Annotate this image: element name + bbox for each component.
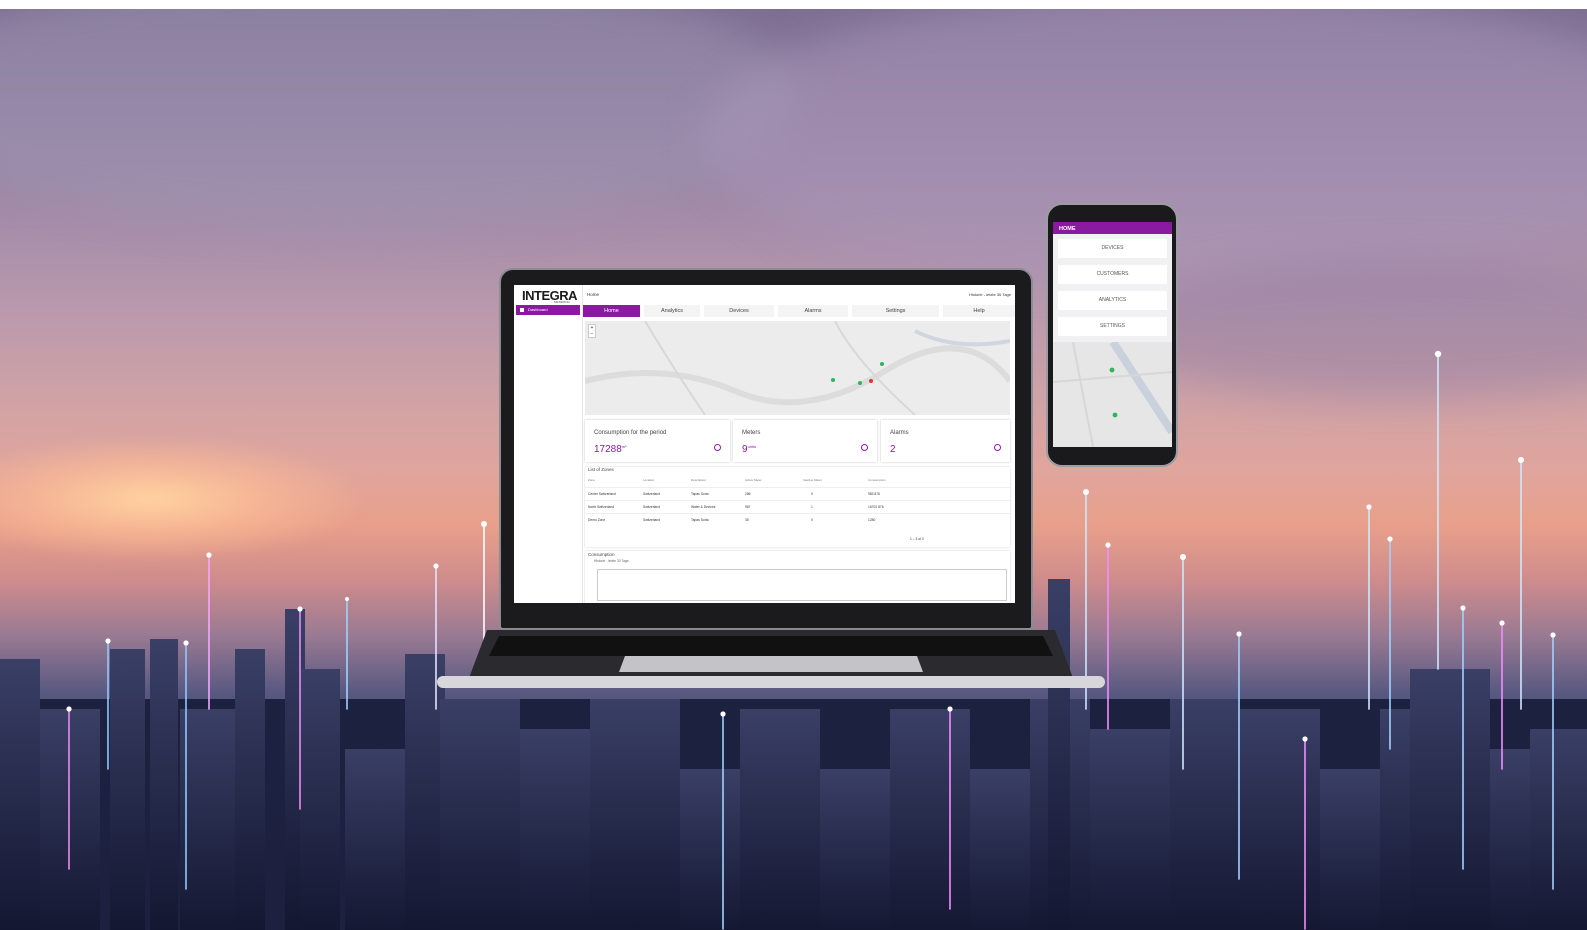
water-drop-icon <box>714 444 721 451</box>
mobile-map-graphic <box>1053 342 1172 447</box>
consumption-chart-area <box>597 569 1007 601</box>
tab-analytics[interactable]: Analytics <box>644 305 700 317</box>
pagination-range: 1 – 3 of 3 <box>910 537 924 541</box>
meters-card: Meters 9units <box>733 420 877 462</box>
table-row[interactable]: Center Switzerland Switzerland Tapas Sonic… <box>585 487 1010 501</box>
card-value: 2 <box>890 444 896 455</box>
consumption-chart-panel: Consumption Historie - letzte 30 Tage <box>585 551 1010 603</box>
mobile-menu-devices[interactable]: DEVICES <box>1058 239 1167 258</box>
mobile-header: HOME <box>1053 222 1172 234</box>
tab-home[interactable]: Home <box>583 305 640 317</box>
column-header[interactable]: Location <box>643 478 654 482</box>
map-marker-ok[interactable] <box>880 362 884 366</box>
mobile-app-screen: HOME DEVICES CUSTOMERS ANALYTICS SETTING… <box>1053 222 1172 447</box>
map-marker-alarm[interactable] <box>869 379 873 383</box>
gauge-icon <box>861 444 868 451</box>
column-header[interactable]: Consumption <box>868 478 886 482</box>
tab-help[interactable]: Help <box>943 305 1015 317</box>
card-title: Alarms <box>890 430 909 436</box>
card-value: 17288m³ <box>594 444 627 455</box>
zones-title: List of Zones <box>588 467 614 472</box>
map-graphic <box>585 321 1010 415</box>
tab-settings[interactable]: Settings <box>852 305 939 317</box>
mobile-map[interactable] <box>1053 342 1172 447</box>
mobile-menu-analytics[interactable]: ANALYTICS <box>1058 291 1167 310</box>
bell-icon <box>994 444 1001 451</box>
top-bar: Home Historie - letzte 30 Tage <box>583 285 1015 303</box>
zoom-out-button[interactable]: − <box>589 331 595 337</box>
mobile-menu-customers[interactable]: CUSTOMERS <box>1058 265 1167 284</box>
map-marker-ok[interactable] <box>831 378 835 382</box>
consumption-card: Consumption for the period 17288m³ <box>585 420 730 462</box>
column-header[interactable]: Active Meter <box>745 478 762 482</box>
consumption-history-label[interactable]: Historie - letzte 30 Tage <box>594 559 629 563</box>
map-zoom-controls: + − <box>588 324 596 338</box>
home-icon <box>520 308 524 312</box>
table-row[interactable]: Demo Zone Switzerland Tapas Sonic 35 0 1280 <box>585 513 1010 527</box>
main-tabs: Home Analytics Devices Alarms Settings H… <box>583 305 1015 317</box>
mobile-map-marker[interactable] <box>1112 412 1118 418</box>
card-title: Consumption for the period <box>594 430 667 436</box>
sidebar: INTEGRA METERING Dashboard <box>514 285 583 603</box>
map-marker-ok[interactable] <box>858 381 862 385</box>
table-row[interactable]: North Switzerland Switzerland Water & Devi… <box>585 500 1010 514</box>
column-header[interactable]: Zone <box>588 478 595 482</box>
laptop-keyboard-base <box>437 630 1105 688</box>
card-value: 9units <box>742 444 757 455</box>
dashboard-screen: INTEGRA METERING Dashboard Home Historie… <box>514 285 1015 603</box>
breadcrumb: Home <box>587 292 600 297</box>
card-title: Meters <box>742 430 761 436</box>
zones-table: List of Zones Zone Location Description … <box>585 467 1010 547</box>
brand-subtitle: METERING <box>554 300 570 304</box>
alarms-card: Alarms 2 <box>881 420 1010 462</box>
consumption-title: Consumption <box>588 552 615 557</box>
column-header[interactable]: Description <box>691 478 706 482</box>
mobile-map-marker[interactable] <box>1109 367 1115 373</box>
sidebar-item-label: Dashboard <box>528 307 548 312</box>
zones-map[interactable]: + − <box>585 321 1010 415</box>
column-header[interactable]: Inactive Meter <box>803 478 822 482</box>
tab-devices[interactable]: Devices <box>704 305 774 317</box>
sidebar-item-dashboard[interactable]: Dashboard <box>516 305 580 315</box>
history-range-selector[interactable]: Historie - letzte 30 Tage <box>969 292 1011 297</box>
tab-alarms[interactable]: Alarms <box>778 305 848 317</box>
mobile-menu-settings[interactable]: SETTINGS <box>1058 317 1167 336</box>
